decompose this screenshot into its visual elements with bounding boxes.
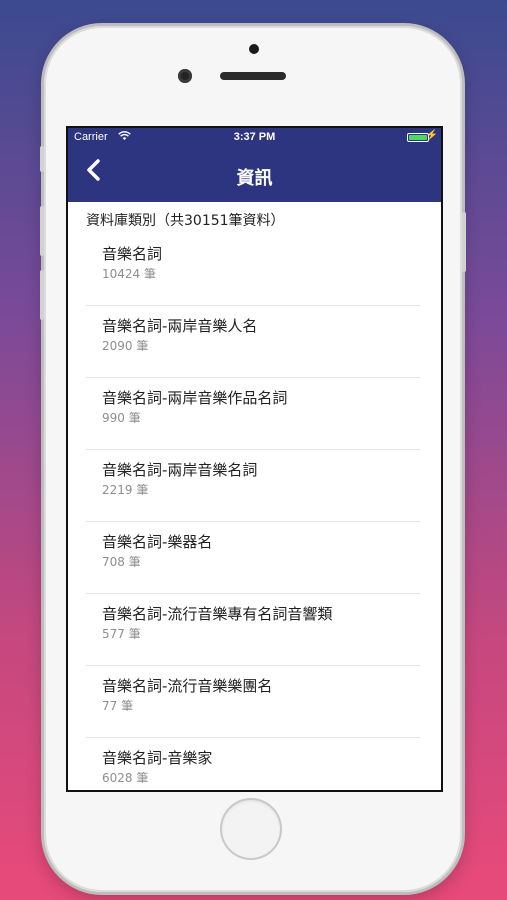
mute-switch [40, 146, 44, 172]
list-item[interactable]: 音樂名詞 10424 筆 [86, 234, 420, 306]
charging-bolt-icon: ⚡ [425, 130, 438, 141]
item-count: 708 筆 [102, 555, 141, 569]
navigation-bar: 資訊 [68, 148, 441, 202]
app-screen: Carrier 3:37 PM ⚡ 資訊 資料庫類別（共30151筆資料） 音樂… [66, 126, 443, 792]
phone-frame: Carrier 3:37 PM ⚡ 資訊 資料庫類別（共30151筆資料） 音樂… [40, 26, 466, 892]
section-header: 資料庫類別（共30151筆資料） [86, 213, 285, 229]
list-item[interactable]: 音樂名詞-樂器名 708 筆 [86, 522, 420, 594]
item-count: 2090 筆 [102, 339, 149, 353]
status-bar: Carrier 3:37 PM ⚡ [68, 128, 441, 148]
list-item[interactable]: 音樂名詞-兩岸音樂名詞 2219 筆 [86, 450, 420, 522]
power-button [462, 212, 466, 272]
list-item[interactable]: 音樂名詞-音樂家 6028 筆 [86, 738, 420, 790]
item-name: 音樂名詞-兩岸音樂作品名詞 [102, 389, 288, 407]
item-name: 音樂名詞-兩岸音樂人名 [102, 317, 258, 335]
category-list: 音樂名詞 10424 筆 音樂名詞-兩岸音樂人名 2090 筆 音樂名詞-兩岸音… [68, 234, 441, 790]
home-button[interactable] [220, 798, 282, 860]
volume-up-button [40, 206, 44, 256]
item-name: 音樂名詞-流行音樂專有名詞音響類 [102, 605, 333, 623]
item-name: 音樂名詞 [102, 245, 163, 263]
list-item[interactable]: 音樂名詞-流行音樂專有名詞音響類 577 筆 [86, 594, 420, 666]
volume-down-button [40, 270, 44, 320]
item-count: 2219 筆 [102, 483, 149, 497]
list-item[interactable]: 音樂名詞-流行音樂樂團名 77 筆 [86, 666, 420, 738]
item-name: 音樂名詞-音樂家 [102, 749, 213, 767]
list-item[interactable]: 音樂名詞-兩岸音樂人名 2090 筆 [86, 306, 420, 378]
item-count: 577 筆 [102, 627, 141, 641]
item-count: 10424 筆 [102, 267, 156, 281]
item-name: 音樂名詞-樂器名 [102, 533, 213, 551]
earpiece-speaker [220, 72, 286, 80]
item-name: 音樂名詞-兩岸音樂名詞 [102, 461, 258, 479]
status-time: 3:37 PM [233, 131, 276, 143]
list-item[interactable]: 音樂名詞-兩岸音樂作品名詞 990 筆 [86, 378, 420, 450]
item-count: 990 筆 [102, 411, 141, 425]
item-count: 77 筆 [102, 699, 134, 713]
front-camera [178, 69, 192, 83]
front-sensor [249, 44, 259, 54]
item-count: 6028 筆 [102, 771, 149, 785]
page-title: 資訊 [236, 168, 273, 189]
item-name: 音樂名詞-流行音樂樂團名 [102, 677, 273, 695]
